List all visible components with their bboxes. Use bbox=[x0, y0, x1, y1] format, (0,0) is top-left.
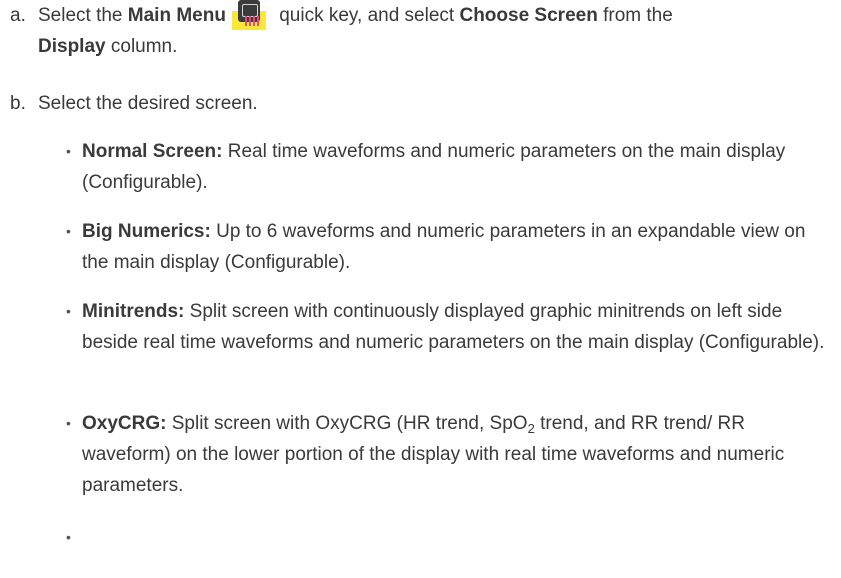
bullet-text: Big Numerics: Up to 6 waveforms and nume… bbox=[82, 216, 834, 278]
bullet-dot: • bbox=[66, 415, 71, 431]
choose-screen-label: Choose Screen bbox=[459, 5, 598, 26]
text-segment: from the bbox=[597, 5, 673, 26]
step-letter: a. bbox=[10, 5, 26, 26]
bullet-title: Big Numerics: bbox=[82, 221, 211, 242]
subscript: 2 bbox=[527, 421, 535, 436]
bullet-dot: • bbox=[66, 223, 71, 239]
bullet-title: Minitrends: bbox=[82, 301, 185, 322]
main-menu-quick-key-icon bbox=[231, 0, 266, 30]
bullet-text: Normal Screen: Real time waveforms and n… bbox=[82, 136, 834, 198]
bullet-dot: • bbox=[66, 529, 71, 545]
text-segment: quick key, and select bbox=[273, 5, 460, 26]
bullet-body: Split screen with continuously displayed… bbox=[82, 301, 825, 353]
display-label: Display bbox=[38, 36, 106, 57]
bullet-title: OxyCRG: bbox=[82, 413, 167, 434]
bullet-body: Split screen with OxyCRG (HR trend, SpO bbox=[166, 413, 528, 434]
text-segment: Select the bbox=[38, 5, 128, 26]
bullet-text: OxyCRG: Split screen with OxyCRG (HR tre… bbox=[82, 408, 834, 501]
text-segment: column. bbox=[105, 36, 178, 57]
bullet-title: Normal Screen: bbox=[82, 141, 223, 162]
step-b-text: Select the desired screen. bbox=[38, 93, 258, 114]
main-menu-label: Main Menu bbox=[127, 5, 226, 26]
bullet-dot: • bbox=[66, 303, 71, 319]
step-a-text: Select the Main Menu quick key, and sele… bbox=[38, 0, 828, 62]
bullet-text: Minitrends: Split screen with continuous… bbox=[82, 296, 834, 358]
step-letter: b. bbox=[10, 93, 26, 114]
bullet-dot: • bbox=[66, 143, 71, 159]
